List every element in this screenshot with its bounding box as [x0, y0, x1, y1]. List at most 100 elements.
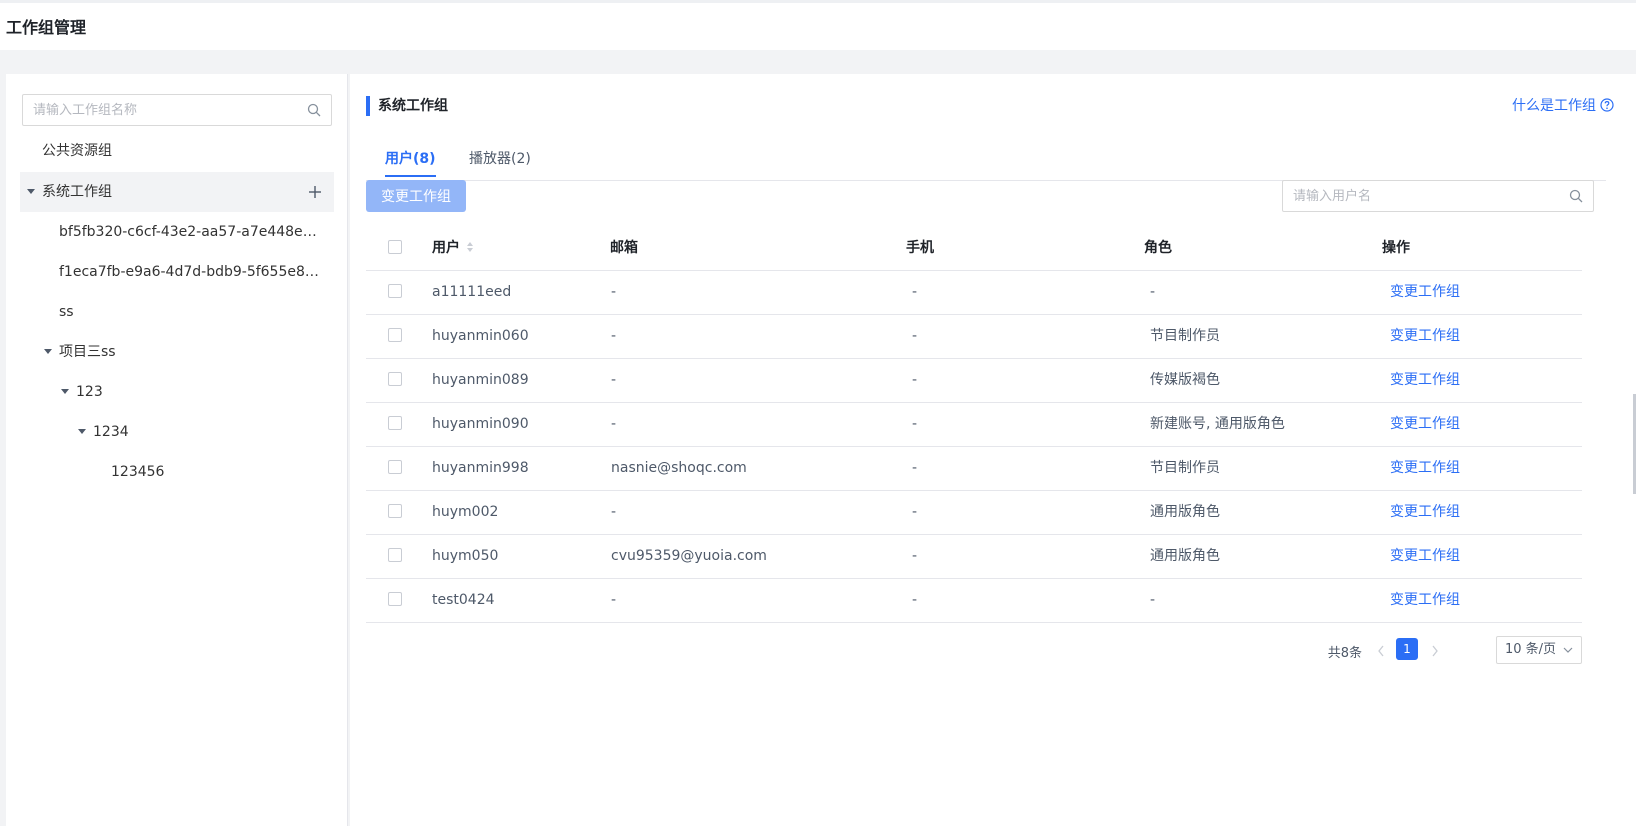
row-checkbox[interactable]: [388, 548, 402, 562]
tree-node-group[interactable]: ss: [20, 292, 334, 332]
add-workgroup-icon[interactable]: [306, 183, 324, 201]
next-page-icon[interactable]: [1430, 644, 1440, 658]
caret-down-icon[interactable]: [27, 189, 35, 194]
user-search-input[interactable]: [1283, 181, 1583, 211]
tab-users[interactable]: 用户(8): [385, 148, 436, 177]
table-row: huyanmin089 - - 传媒版褐色 变更工作组: [366, 358, 1582, 403]
change-workgroup-link[interactable]: 变更工作组: [1390, 270, 1460, 314]
page-size-select[interactable]: 10 条/页: [1496, 636, 1582, 664]
table-row: huym002 - - 通用版角色 变更工作组: [366, 490, 1582, 535]
section-title: 系统工作组: [378, 98, 448, 114]
cell-user: huyanmin060: [432, 328, 529, 344]
cell-user: huyanmin090: [432, 416, 529, 432]
table-header: 用户 邮箱 手机 角色 操作: [366, 226, 1582, 271]
row-checkbox[interactable]: [388, 284, 402, 298]
cell-user: test0424: [432, 592, 495, 608]
tree-node-group[interactable]: 123: [20, 372, 334, 412]
change-workgroup-link[interactable]: 变更工作组: [1390, 490, 1460, 534]
change-workgroup-link[interactable]: 变更工作组: [1390, 314, 1460, 358]
table-row: huyanmin998 nasnie@shoqc.com - 节目制作员 变更工作组: [366, 446, 1582, 491]
tree-node-public-resource-group[interactable]: 公共资源组: [20, 131, 334, 171]
change-workgroup-link[interactable]: 变更工作组: [1390, 534, 1460, 578]
tree-node-label: ss: [59, 304, 74, 320]
row-checkbox[interactable]: [388, 328, 402, 342]
select-all-checkbox[interactable]: [388, 240, 402, 254]
page-number-current[interactable]: 1: [1396, 638, 1418, 660]
cell-phone: -: [912, 328, 918, 344]
cell-email: -: [611, 416, 617, 432]
question-circle-icon: [1600, 98, 1614, 112]
row-checkbox[interactable]: [388, 460, 402, 474]
row-checkbox[interactable]: [388, 592, 402, 606]
tree-node-group[interactable]: 123456: [20, 452, 334, 492]
workgroup-sidebar: 公共资源组 系统工作组 bf5fb320-c6cf-43e2-aa57-a7e4…: [6, 74, 348, 826]
cell-user: huym050: [432, 548, 499, 564]
cell-role: 节目制作员: [1150, 460, 1220, 476]
column-header-label: 用户: [432, 240, 460, 256]
tab-bar: 用户(8) 播放器(2): [366, 140, 1606, 181]
change-workgroup-link[interactable]: 变更工作组: [1390, 358, 1460, 402]
table-row: huyanmin060 - - 节目制作员 变更工作组: [366, 314, 1582, 359]
prev-page-icon[interactable]: [1376, 644, 1386, 658]
tree-node-label: f1eca7fb-e9a6-4d7d-bdb9-5f655e8eb...: [59, 264, 319, 280]
pagination: 共8条 1 10 条/页: [1322, 636, 1582, 666]
cell-role: 传媒版褐色: [1150, 372, 1220, 388]
change-workgroup-link[interactable]: 变更工作组: [1390, 446, 1460, 490]
search-icon[interactable]: [307, 103, 321, 117]
column-header-role: 角色: [1144, 240, 1172, 256]
tree-node-group[interactable]: bf5fb320-c6cf-43e2-aa57-a7e448e45...: [20, 212, 334, 252]
change-workgroup-link[interactable]: 变更工作组: [1390, 578, 1460, 622]
cell-email: -: [611, 328, 617, 344]
cell-email: -: [611, 372, 617, 388]
tree-node-label: 公共资源组: [42, 143, 112, 159]
cell-phone: -: [912, 504, 918, 520]
cell-phone: -: [912, 416, 918, 432]
row-checkbox[interactable]: [388, 416, 402, 430]
row-checkbox[interactable]: [388, 504, 402, 518]
tree-node-label: 系统工作组: [42, 184, 112, 200]
cell-phone: -: [912, 592, 918, 608]
user-search-box: [1282, 180, 1594, 212]
cell-role: -: [1150, 284, 1156, 300]
tree-node-group[interactable]: 项目三ss: [20, 332, 334, 372]
column-header-email: 邮箱: [610, 240, 638, 256]
tab-players[interactable]: 播放器(2): [469, 148, 531, 175]
cell-user: a11111eed: [432, 284, 512, 300]
caret-down-icon[interactable]: [78, 429, 86, 434]
row-checkbox[interactable]: [388, 372, 402, 386]
tree-node-group[interactable]: 1234: [20, 412, 334, 452]
sort-icon[interactable]: [466, 240, 474, 254]
cell-role: 新建账号, 通用版角色: [1150, 416, 1285, 432]
cell-phone: -: [912, 460, 918, 476]
column-header-user[interactable]: 用户: [432, 226, 474, 270]
search-icon[interactable]: [1569, 189, 1583, 203]
table-row: a11111eed - - - 变更工作组: [366, 270, 1582, 315]
workgroup-search-input[interactable]: [23, 95, 323, 125]
help-link-label: 什么是工作组: [1512, 98, 1596, 114]
top-bar: 工作组管理: [0, 0, 1636, 50]
cell-email: -: [611, 284, 617, 300]
change-workgroup-button[interactable]: 变更工作组: [366, 180, 466, 212]
caret-down-icon[interactable]: [44, 349, 52, 354]
tree-node-system-workgroup[interactable]: 系统工作组: [20, 172, 334, 212]
chevron-down-icon: [1563, 647, 1573, 653]
page-title: 工作组管理: [6, 18, 87, 37]
page-size-label: 10 条/页: [1505, 642, 1557, 657]
tree-node-label: bf5fb320-c6cf-43e2-aa57-a7e448e45...: [59, 224, 319, 240]
workgroup-search-box: [22, 94, 332, 126]
cell-email: nasnie@shoqc.com: [611, 460, 747, 476]
change-workgroup-link[interactable]: 变更工作组: [1390, 402, 1460, 446]
tree-node-label: 1234: [93, 424, 129, 440]
tree-node-group[interactable]: f1eca7fb-e9a6-4d7d-bdb9-5f655e8eb...: [20, 252, 334, 292]
tree-node-label: 123456: [111, 464, 165, 480]
cell-phone: -: [912, 284, 918, 300]
cell-email: -: [611, 504, 617, 520]
caret-down-icon[interactable]: [61, 389, 69, 394]
cell-role: 节目制作员: [1150, 328, 1220, 344]
what-is-workgroup-link[interactable]: 什么是工作组: [1512, 95, 1614, 115]
cell-user: huyanmin089: [432, 372, 529, 388]
cell-email: -: [611, 592, 617, 608]
cell-role: 通用版角色: [1150, 504, 1220, 520]
cell-user: huyanmin998: [432, 460, 529, 476]
cell-user: huym002: [432, 504, 499, 520]
